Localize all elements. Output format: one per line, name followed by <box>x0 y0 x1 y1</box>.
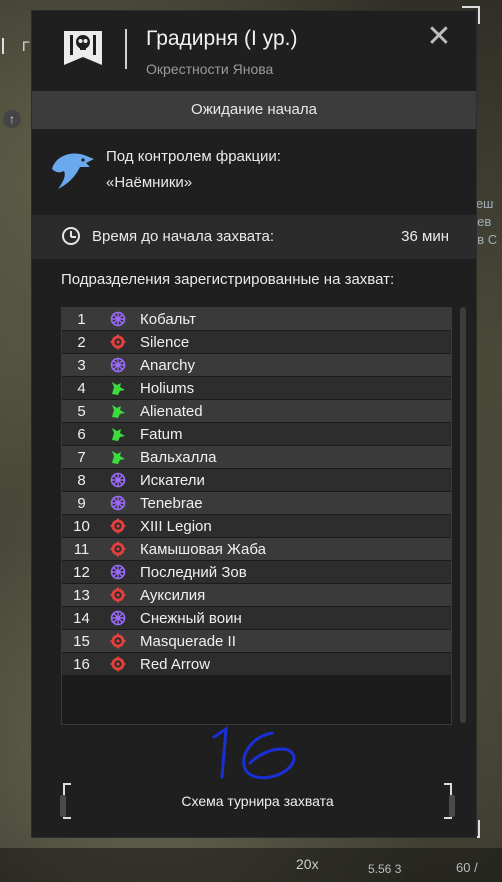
unit-name: Masquerade II <box>140 633 236 650</box>
unit-name: Tenebrae <box>140 495 203 512</box>
red-gear-icon <box>110 334 126 350</box>
fps-readout: 60 / <box>456 860 478 875</box>
list-item[interactable]: 9 Tenebrae <box>62 492 451 514</box>
map-label: Г <box>22 38 30 54</box>
list-item[interactable]: 3 Anarchy <box>62 354 451 376</box>
unit-name: Holiums <box>140 380 195 397</box>
tournament-scheme-button[interactable]: Схема турнира захвата <box>60 783 455 819</box>
skull-banner-icon <box>64 31 102 65</box>
eagle-faction-icon <box>52 153 94 189</box>
list-item[interactable]: 2 Silence <box>62 331 451 353</box>
unit-rank: 5 <box>77 403 86 420</box>
unit-rank: 15 <box>73 633 90 650</box>
unit-rank: 9 <box>77 495 86 512</box>
unit-rank: 11 <box>73 541 90 558</box>
unit-rank: 13 <box>73 587 90 604</box>
list-item[interactable]: 15 Masquerade II <box>62 630 451 652</box>
list-item[interactable]: 13 Ауксилия <box>62 584 451 606</box>
unit-name: Снежный воин <box>140 610 242 627</box>
list-item[interactable]: 1 Кобальт <box>62 308 451 330</box>
unit-name: Искатели <box>140 472 205 489</box>
status-banner: Ожидание начала <box>32 91 476 129</box>
unit-rank: 1 <box>77 311 86 328</box>
unit-rank: 10 <box>73 518 90 535</box>
purple-wheel-icon <box>110 311 126 327</box>
map-frame-corner <box>2 38 16 54</box>
unit-rank: 14 <box>73 610 90 627</box>
page-title: Градирня (I ур.) <box>146 27 298 50</box>
unit-name: Вальхалла <box>140 449 217 466</box>
list-item[interactable]: 7 Вальхалла <box>62 446 451 468</box>
units-scrollbar[interactable] <box>460 307 466 723</box>
location-subtitle: Окрестности Янова <box>146 61 274 77</box>
list-item[interactable]: 10 XIII Legion <box>62 515 451 537</box>
red-gear-icon <box>110 541 126 557</box>
list-item[interactable]: 11 Камышовая Жаба <box>62 538 451 560</box>
unit-rank: 8 <box>77 472 86 489</box>
unit-name: XIII Legion <box>140 518 212 535</box>
purple-wheel-icon <box>110 472 126 488</box>
clock-icon <box>62 227 80 245</box>
unit-rank: 12 <box>73 564 90 581</box>
units-heading: Подразделения зарегистрированные на захв… <box>61 271 395 288</box>
purple-wheel-icon <box>110 564 126 580</box>
unit-name: Камышовая Жаба <box>140 541 266 558</box>
unit-rank: 2 <box>77 334 86 351</box>
faction-name: «Наёмники» <box>106 174 193 191</box>
capture-point-panel: Градирня (I ур.) Окрестности Янова ✕ Ожи… <box>31 10 477 838</box>
panel-header: Градирня (I ур.) Окрестности Янова ✕ <box>32 11 476 91</box>
capture-time-value: 36 мин <box>401 228 449 245</box>
green-wolf-icon <box>110 380 126 396</box>
unit-name: Silence <box>140 334 190 351</box>
red-gear-icon <box>110 633 126 649</box>
unit-name: Red Arrow <box>140 656 211 673</box>
list-item[interactable]: 8 Искатели <box>62 469 451 491</box>
close-icon[interactable]: ✕ <box>426 22 452 52</box>
unit-rank: 3 <box>77 357 86 374</box>
green-wolf-icon <box>110 449 126 465</box>
list-item[interactable]: 12 Последний Зов <box>62 561 451 583</box>
units-list[interactable]: 1 Кобальт 2 Silence 3 Anarchy 4 Holiums 5 Alienat… <box>61 307 452 725</box>
unit-rank: 16 <box>73 656 90 673</box>
green-wolf-icon <box>110 403 126 419</box>
unit-name: Последний Зов <box>140 564 247 581</box>
red-gear-icon <box>110 656 126 672</box>
unit-name: Кобальт <box>140 311 196 328</box>
red-gear-icon <box>110 587 126 603</box>
unit-name: Anarchy <box>140 357 196 374</box>
handwritten-note: 16 <box>212 726 296 780</box>
list-item[interactable]: 4 Holiums <box>62 377 451 399</box>
list-item[interactable]: 14 Снежный воин <box>62 607 451 629</box>
faction-label: Под контролем фракции: <box>106 148 281 165</box>
tournament-scheme-label: Схема турнира захвата <box>181 793 334 809</box>
unit-rank: 4 <box>77 380 86 397</box>
zoom-level: 20x <box>296 856 319 872</box>
red-gear-icon <box>110 518 126 534</box>
list-item[interactable]: 5 Alienated <box>62 400 451 422</box>
list-item[interactable]: 16 Red Arrow <box>62 653 451 675</box>
purple-wheel-icon <box>110 357 126 373</box>
unit-rank: 7 <box>77 449 86 466</box>
list-item[interactable]: 6 Fatum <box>62 423 451 445</box>
unit-name: Alienated <box>140 403 203 420</box>
unit-rank: 6 <box>77 426 86 443</box>
unit-name: Ауксилия <box>140 587 206 604</box>
header-divider <box>125 29 127 69</box>
unit-name: Fatum <box>140 426 183 443</box>
purple-wheel-icon <box>110 495 126 511</box>
green-wolf-icon <box>110 426 126 442</box>
map-up-arrow-icon[interactable]: ↑ <box>3 110 21 128</box>
capture-time-label: Время до начала захвата: <box>92 228 275 245</box>
map-bottom-bar <box>0 848 502 882</box>
coordinates-readout: 5.56 3 <box>368 862 402 876</box>
purple-wheel-icon <box>110 610 126 626</box>
